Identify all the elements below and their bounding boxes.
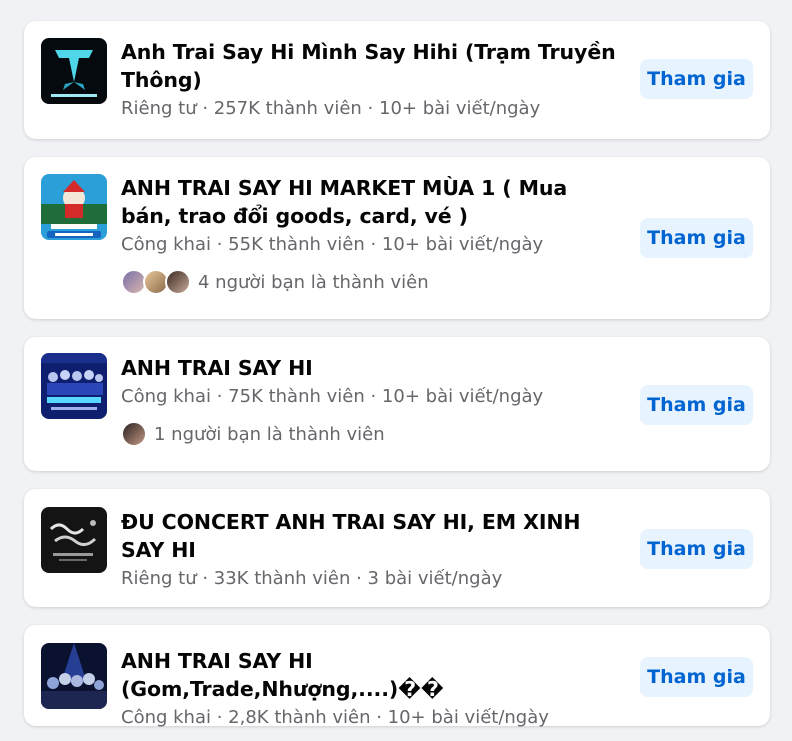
countdown-poster-icon [41, 353, 107, 419]
friend-avatars[interactable] [121, 269, 191, 295]
friends-count: 1 người bạn là thành viên [154, 423, 385, 445]
group-card[interactable]: ĐU CONCERT ANH TRAI SAY HI, EM XINH SAY … [24, 489, 770, 607]
group-card[interactable]: ANH TRAI SAY HI Công khai · 75K thành vi… [24, 337, 770, 471]
group-thumbnail[interactable] [41, 353, 107, 419]
ats-logo-icon [41, 38, 107, 104]
join-button[interactable]: Tham gia [640, 218, 753, 258]
friends-row[interactable]: 4 người bạn là thành viên [121, 269, 621, 295]
group-card[interactable]: ANH TRAI SAY HI MARKET MÙA 1 ( Mua bán, … [24, 157, 770, 319]
group-meta: Công khai · 75K thành viên · 10+ bài viế… [121, 386, 544, 407]
group-card[interactable]: Anh Trai Say Hi Mình Say Hihi (Trạm Truy… [24, 21, 770, 139]
group-title[interactable]: ĐU CONCERT ANH TRAI SAY HI, EM XINH SAY … [121, 508, 621, 564]
join-button[interactable]: Tham gia [640, 385, 753, 425]
group-thumbnail[interactable] [41, 38, 107, 104]
say-goodbye-poster-icon [41, 507, 107, 573]
friend-avatars[interactable] [121, 421, 147, 447]
join-button[interactable]: Tham gia [640, 59, 753, 99]
group-meta: Công khai · 2,8K thành viên · 10+ bài vi… [121, 707, 549, 728]
market-poster-icon [41, 174, 107, 240]
join-button[interactable]: Tham gia [640, 657, 753, 697]
group-title[interactable]: ANH TRAI SAY HI [121, 354, 621, 382]
avatar[interactable] [121, 421, 147, 447]
join-button[interactable]: Tham gia [640, 529, 753, 569]
group-card[interactable]: ANH TRAI SAY HI (Gom,Trade,Nhượng,....)�… [24, 625, 770, 728]
group-thumbnail[interactable] [41, 507, 107, 573]
friends-count: 4 người bạn là thành viên [198, 271, 429, 293]
group-thumbnail[interactable] [41, 643, 107, 709]
group-title[interactable]: ANH TRAI SAY HI MARKET MÙA 1 ( Mua bán, … [121, 174, 621, 230]
avatar[interactable] [165, 269, 191, 295]
group-meta: Riêng tư · 33K thành viên · 3 bài viết/n… [121, 568, 503, 589]
group-title[interactable]: ANH TRAI SAY HI (Gom,Trade,Nhượng,....)�… [121, 647, 621, 703]
group-title[interactable]: Anh Trai Say Hi Mình Say Hihi (Trạm Truy… [121, 38, 621, 94]
friends-row[interactable]: 1 người bạn là thành viên [121, 421, 621, 447]
concert-crowd-icon [41, 643, 107, 709]
group-meta: Riêng tư · 257K thành viên · 10+ bài viế… [121, 98, 541, 119]
group-meta: Công khai · 55K thành viên · 10+ bài viế… [121, 234, 544, 255]
group-thumbnail[interactable] [41, 174, 107, 240]
